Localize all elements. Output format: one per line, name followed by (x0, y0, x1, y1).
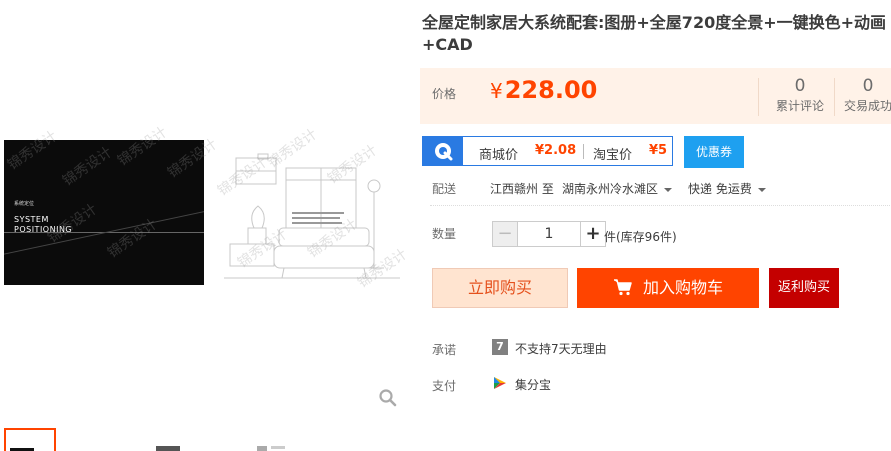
thumbnail-2[interactable] (156, 428, 208, 451)
quantity-increment-button[interactable]: + (580, 221, 606, 247)
add-to-cart-label: 加入购物车 (642, 278, 723, 297)
payment-label: 支付 (432, 379, 457, 393)
mall-price-label: 商城价 (479, 148, 519, 163)
price-box: 价格 ¥228.00 0 累计评论 0 交易成功 (420, 68, 891, 124)
taobao-price-value: ¥5 (649, 143, 668, 158)
buy-now-button[interactable]: 立即购买 (432, 268, 568, 308)
price-value: ¥228.00 (490, 76, 597, 104)
main-product-image[interactable]: 系统定位 SYSTEM POSITIONING 锦秀设计 锦秀设计 锦秀设计 锦… (4, 118, 410, 308)
stock-text: 件(库存96件) (604, 230, 677, 244)
stat-divider (758, 78, 759, 116)
shipping-label: 配送 (432, 182, 457, 196)
section-divider (430, 205, 890, 206)
mall-price-promo[interactable]: 商城价 ¥2.08 淘宝价 ¥5 (422, 136, 673, 166)
ship-from: 江西赣州 至 (490, 182, 554, 196)
ship-method-selector[interactable]: 快递 免运费 (688, 180, 766, 197)
promo-divider (583, 144, 584, 159)
product-title: 全屋定制家居大系统配套:图册+全屋720度全景+一键换色+动画+CAD (422, 13, 887, 54)
q-logo-icon (423, 137, 463, 165)
reviews-count: 0 (794, 76, 806, 96)
jifenbao-icon (492, 375, 508, 391)
ship-to-selector[interactable]: 湖南永州冷水滩区 (562, 180, 673, 197)
thumbnail-strip (4, 428, 404, 451)
add-to-cart-button[interactable]: 加入购物车 (577, 268, 759, 308)
image-caption-small: 系统定位 (14, 201, 35, 207)
stat-divider (834, 78, 835, 116)
thumbnail-1[interactable] (4, 428, 56, 451)
taobao-price-label: 淘宝价 (593, 148, 633, 163)
promise-label: 承诺 (432, 343, 457, 357)
product-gallery: 系统定位 SYSTEM POSITIONING 锦秀设计 锦秀设计 锦秀设计 锦… (0, 0, 410, 451)
sales-label: 交易成功 (843, 99, 891, 113)
product-info-panel: 全屋定制家居大系统配套:图册+全屋720度全景+一键换色+动画+CAD 价格 ¥… (420, 0, 891, 451)
reviews-label: 累计评论 (775, 99, 824, 113)
price-label: 价格 (432, 87, 457, 101)
mall-price-value: ¥2.08 (535, 143, 577, 158)
seven-day-icon: 7 (492, 339, 508, 355)
promise-text[interactable]: 不支持7天无理由 (515, 340, 607, 357)
reviews-stat[interactable]: 0 累计评论 (768, 75, 832, 114)
search-icon[interactable] (378, 388, 398, 408)
currency-symbol: ¥ (490, 79, 503, 103)
coupon-button[interactable]: 优惠券 (684, 136, 744, 168)
payment-method-text[interactable]: 集分宝 (515, 376, 551, 393)
ship-method-text: 快递 免运费 (688, 182, 752, 196)
cart-icon (613, 279, 632, 296)
sales-stat: 0 交易成功 (838, 75, 891, 114)
sales-count: 0 (862, 76, 874, 96)
chevron-down-icon (757, 187, 766, 192)
chevron-down-icon (664, 187, 673, 192)
thumbnail-3[interactable] (257, 428, 309, 451)
ship-to-text: 湖南永州冷水滩区 (562, 182, 659, 196)
quantity-label: 数量 (432, 227, 457, 241)
quantity-input[interactable]: 1 (518, 221, 580, 247)
price-amount: 228.00 (504, 76, 598, 104)
rebate-buy-button[interactable]: 返利购买 (769, 268, 839, 308)
quantity-decrement-button[interactable]: − (492, 221, 518, 247)
